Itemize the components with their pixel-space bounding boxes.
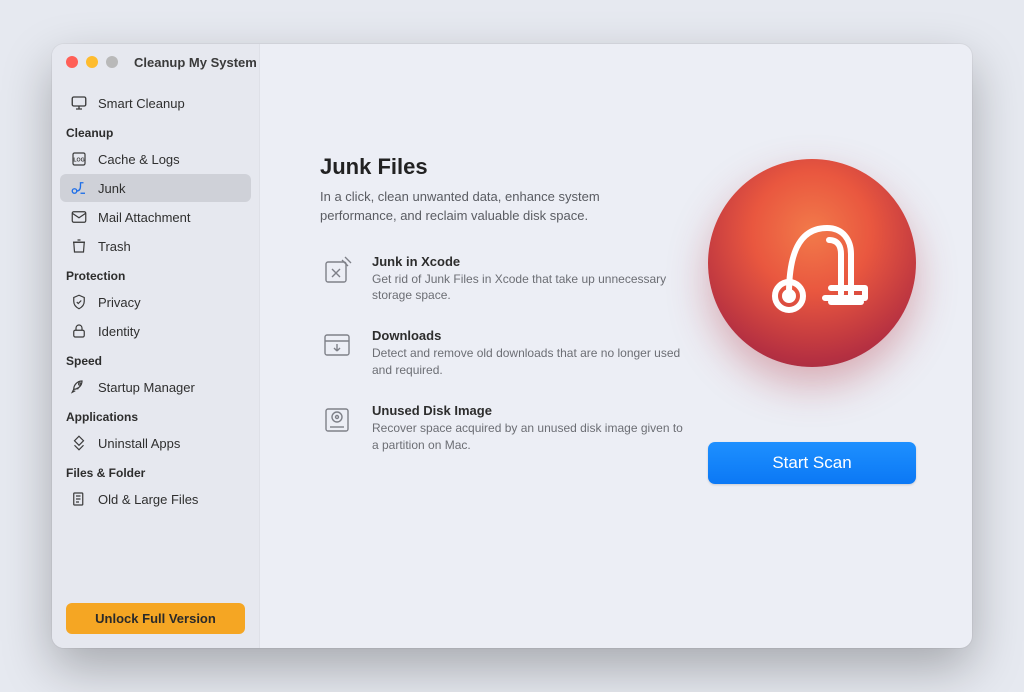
sidebar-item-startup-manager[interactable]: Startup Manager [60, 373, 251, 401]
section-header-speed: Speed [52, 346, 259, 372]
hero-vacuum-icon [708, 159, 916, 367]
sidebar-item-label: Trash [98, 239, 131, 254]
sidebar-item-smart-cleanup[interactable]: Smart Cleanup [60, 89, 251, 117]
start-scan-button[interactable]: Start Scan [708, 442, 916, 484]
sidebar-item-label: Old & Large Files [98, 492, 198, 507]
window-title: Cleanup My System [134, 55, 257, 70]
app-icon [70, 434, 88, 452]
sidebar-item-label: Junk [98, 181, 125, 196]
feature-title: Junk in Xcode [372, 254, 690, 269]
sidebar-footer: Unlock Full Version [52, 589, 259, 648]
section-header-protection: Protection [52, 261, 259, 287]
minimize-icon[interactable] [86, 56, 98, 68]
close-icon[interactable] [66, 56, 78, 68]
sidebar-item-privacy[interactable]: Privacy [60, 288, 251, 316]
app-window: Cleanup My System Smart Cleanup Cleanup … [52, 44, 972, 648]
sidebar-item-mail-attachment[interactable]: Mail Attachment [60, 203, 251, 231]
sidebar-item-trash[interactable]: Trash [60, 232, 251, 260]
monitor-icon [70, 94, 88, 112]
sidebar-item-label: Mail Attachment [98, 210, 191, 225]
sidebar-item-identity[interactable]: Identity [60, 317, 251, 345]
section-header-applications: Applications [52, 402, 259, 428]
page-subtitle: In a click, clean unwanted data, enhance… [320, 188, 650, 226]
section-header-cleanup: Cleanup [52, 118, 259, 144]
feature-desc: Detect and remove old downloads that are… [372, 345, 690, 379]
zoom-icon [106, 56, 118, 68]
sidebar-item-cache-logs[interactable]: LOG Cache & Logs [60, 145, 251, 173]
trash-icon [70, 237, 88, 255]
shield-icon [70, 293, 88, 311]
vacuum-icon [70, 179, 88, 197]
sidebar-item-label: Startup Manager [98, 380, 195, 395]
xcode-icon [320, 254, 354, 288]
sidebar-item-label: Privacy [98, 295, 141, 310]
sidebar-item-label: Cache & Logs [98, 152, 180, 167]
sidebar-item-uninstall-apps[interactable]: Uninstall Apps [60, 429, 251, 457]
log-icon: LOG [70, 150, 88, 168]
unlock-full-version-button[interactable]: Unlock Full Version [66, 603, 245, 634]
files-icon [70, 490, 88, 508]
feature-downloads: Downloads Detect and remove old download… [320, 328, 690, 379]
rocket-icon [70, 378, 88, 396]
feature-junk-xcode: Junk in Xcode Get rid of Junk Files in X… [320, 254, 690, 305]
sidebar-item-label: Identity [98, 324, 140, 339]
sidebar-item-label: Uninstall Apps [98, 436, 180, 451]
mail-icon [70, 208, 88, 226]
sidebar: Smart Cleanup Cleanup LOG Cache & Logs J… [52, 44, 260, 648]
feature-desc: Get rid of Junk Files in Xcode that take… [372, 271, 690, 305]
sidebar-item-junk[interactable]: Junk [60, 174, 251, 202]
feature-title: Downloads [372, 328, 690, 343]
main-content: Junk Files In a click, clean unwanted da… [260, 44, 972, 648]
svg-text:LOG: LOG [73, 157, 84, 163]
titlebar: Cleanup My System [52, 44, 271, 80]
sidebar-item-old-large-files[interactable]: Old & Large Files [60, 485, 251, 513]
disk-icon [320, 403, 354, 437]
lock-icon [70, 322, 88, 340]
feature-title: Unused Disk Image [372, 403, 690, 418]
feature-disk-image: Unused Disk Image Recover space acquired… [320, 403, 690, 454]
feature-desc: Recover space acquired by an unused disk… [372, 420, 690, 454]
sidebar-item-label: Smart Cleanup [98, 96, 185, 111]
section-header-files-folder: Files & Folder [52, 458, 259, 484]
download-icon [320, 328, 354, 362]
